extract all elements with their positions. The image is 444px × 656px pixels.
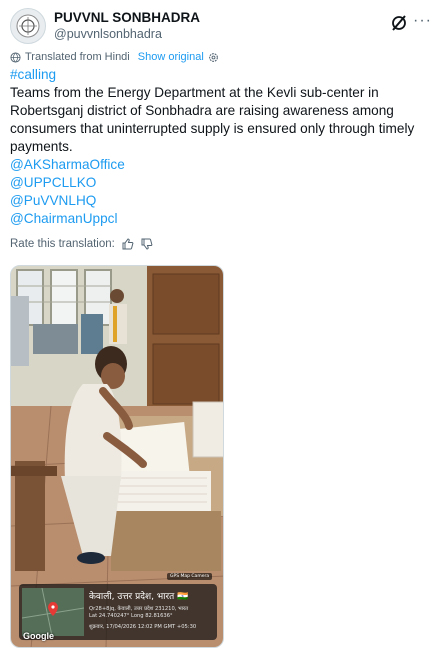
map-thumbnail <box>21 587 85 637</box>
stamp-datetime: शुक्रवार, 17/04/2026 12:02 PM GMT +05:30 <box>89 624 197 630</box>
translation-bar: Translated from Hindi Show original <box>10 51 219 63</box>
rate-translation: Rate this translation: <box>10 238 153 250</box>
thumbs-up-icon[interactable] <box>122 238 134 250</box>
tweet-body: #calling Teams from the Energy Departmen… <box>10 66 420 228</box>
google-logo: Google <box>23 631 54 641</box>
mention-link[interactable]: @AKSharmaOffice <box>10 156 420 174</box>
location-title: केवाली, उत्तर प्रदेश, भारत 🇮🇳 <box>89 592 189 602</box>
tweet-text: Teams from the Energy Department at the … <box>10 85 415 154</box>
mention-link[interactable]: @ChairmanUppcl <box>10 210 420 228</box>
account-handle[interactable]: @puvvnlsonbhadra <box>54 27 162 41</box>
tweet-photo[interactable]: GPS Map Camera केवाली, उत्तर प्रदेश, भार… <box>10 265 224 648</box>
tweet-header: PUVVNL SONBHADRA @puvvnlsonbhadra ··· <box>10 8 434 44</box>
translate-icon <box>10 51 21 63</box>
avatar[interactable] <box>10 8 46 44</box>
hashtag-link[interactable]: #calling <box>10 66 420 84</box>
mention-link[interactable]: @UPPCLLKO <box>10 174 420 192</box>
account-name[interactable]: PUVVNL SONBHADRA <box>54 10 200 25</box>
thumbs-down-icon[interactable] <box>141 238 153 250</box>
avatar-logo <box>16 14 40 38</box>
more-icon[interactable]: ··· <box>413 13 432 29</box>
map-pin-icon <box>21 587 85 637</box>
stamp-address: Qr28+8jq, केवाली, उत्तर प्रदेश 231210, भ… <box>89 606 189 612</box>
translated-note: Translated from Hindi <box>25 51 130 63</box>
camera-badge: GPS Map Camera <box>167 573 213 580</box>
grok-icon[interactable] <box>390 14 408 32</box>
show-original-link[interactable]: Show original <box>138 51 204 63</box>
stamp-coords: Lat 24.740247° Long 82.81636° <box>89 613 173 619</box>
mention-link[interactable]: @PuVVNLHQ <box>10 192 420 210</box>
settings-icon[interactable] <box>208 52 219 63</box>
rate-label: Rate this translation: <box>10 238 115 250</box>
